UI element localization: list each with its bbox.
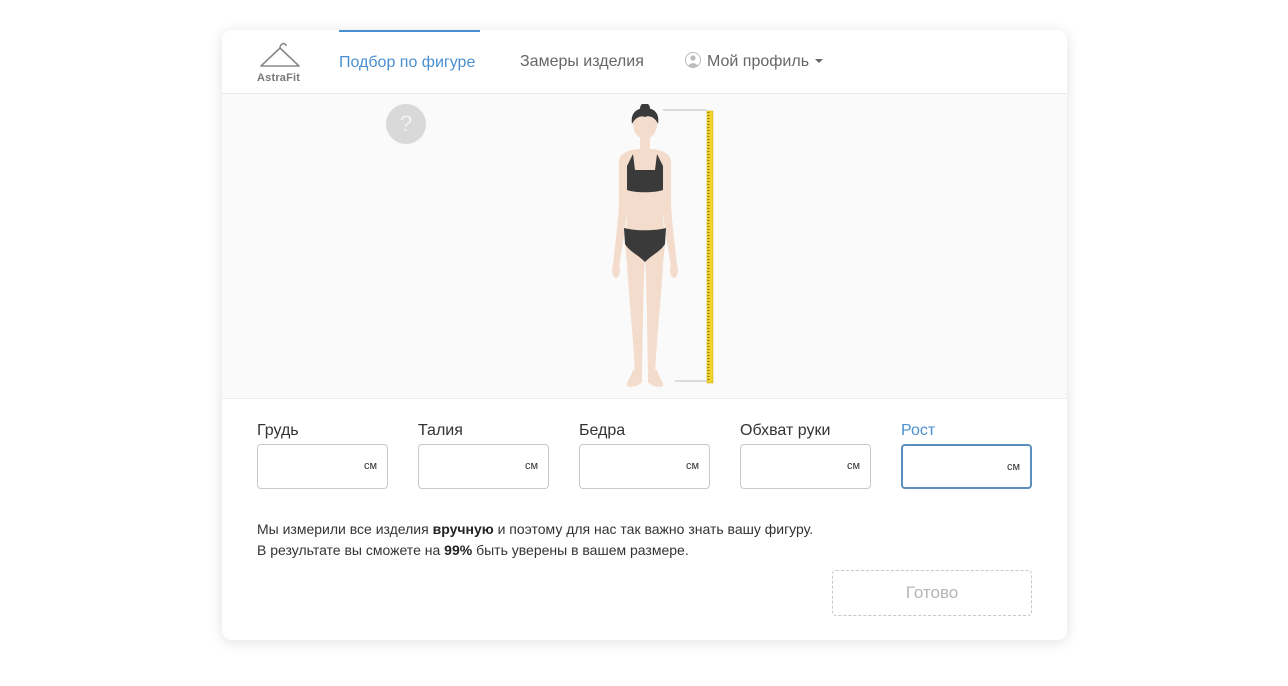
field-label: Грудь bbox=[257, 422, 299, 439]
info-text-part: быть уверены в вашем размере. bbox=[472, 542, 689, 558]
logo-text: AstraFit bbox=[257, 72, 301, 84]
field-label: Бедра bbox=[579, 422, 626, 439]
field-label: Талия bbox=[418, 422, 463, 439]
user-icon bbox=[685, 52, 701, 68]
profile-menu[interactable]: Мой профиль bbox=[685, 30, 824, 93]
tab-item-measurements[interactable]: Замеры изделия bbox=[520, 30, 644, 93]
header: AstraFit Подбор по фигуре Замеры изделия… bbox=[222, 30, 1067, 94]
info-text-part: В результате вы сможете на bbox=[257, 542, 445, 558]
field-waist: Талия см bbox=[418, 419, 549, 489]
field-arm: Обхват руки см bbox=[740, 419, 871, 489]
info-text: Мы измерили все изделия вручную и поэтом… bbox=[257, 519, 813, 561]
body-figure-illustration bbox=[612, 104, 714, 387]
tab-fit-by-figure[interactable]: Подбор по фигуре bbox=[339, 30, 480, 95]
unit-label: см bbox=[524, 460, 538, 472]
hanger-icon bbox=[260, 42, 300, 67]
field-box: см bbox=[257, 444, 388, 489]
measuring-tape-icon bbox=[706, 110, 714, 384]
chest-input[interactable] bbox=[264, 451, 358, 483]
waist-input[interactable] bbox=[425, 451, 519, 483]
field-box: см bbox=[418, 444, 549, 489]
profile-label: Мой профиль bbox=[707, 53, 810, 70]
field-box: см bbox=[740, 444, 871, 489]
field-label: Рост bbox=[901, 422, 936, 439]
field-label: Обхват руки bbox=[740, 422, 831, 439]
chevron-down-icon bbox=[815, 59, 824, 63]
field-chest: Грудь см bbox=[257, 419, 388, 489]
hips-input[interactable] bbox=[586, 451, 680, 483]
info-line-2: В результате вы сможете на 99% быть увер… bbox=[257, 540, 813, 561]
info-emphasis: вручную bbox=[432, 521, 494, 537]
info-text-part: и поэтому для нас так важно знать вашу ф… bbox=[493, 521, 814, 537]
height-input[interactable] bbox=[909, 452, 1003, 484]
figure-stage: ? bbox=[222, 94, 1067, 399]
unit-label: см bbox=[846, 460, 860, 472]
done-button[interactable]: Готово bbox=[832, 570, 1032, 616]
field-box: см bbox=[901, 444, 1032, 489]
field-box: см bbox=[579, 444, 710, 489]
field-hips: Бедра см bbox=[579, 419, 710, 489]
info-text-part: Мы измерили все изделия bbox=[257, 521, 433, 537]
unit-label: см bbox=[1006, 461, 1020, 473]
unit-label: см bbox=[363, 460, 377, 472]
info-line-1: Мы измерили все изделия вручную и поэтом… bbox=[257, 519, 813, 540]
help-button[interactable]: ? bbox=[386, 104, 426, 144]
unit-label: см bbox=[685, 460, 699, 472]
info-emphasis: 99% bbox=[444, 542, 473, 558]
field-height: Рост см bbox=[901, 419, 1032, 489]
logo[interactable]: AstraFit bbox=[256, 40, 302, 84]
arm-girth-input[interactable] bbox=[747, 451, 841, 483]
fit-card: AstraFit Подбор по фигуре Замеры изделия… bbox=[222, 30, 1067, 640]
